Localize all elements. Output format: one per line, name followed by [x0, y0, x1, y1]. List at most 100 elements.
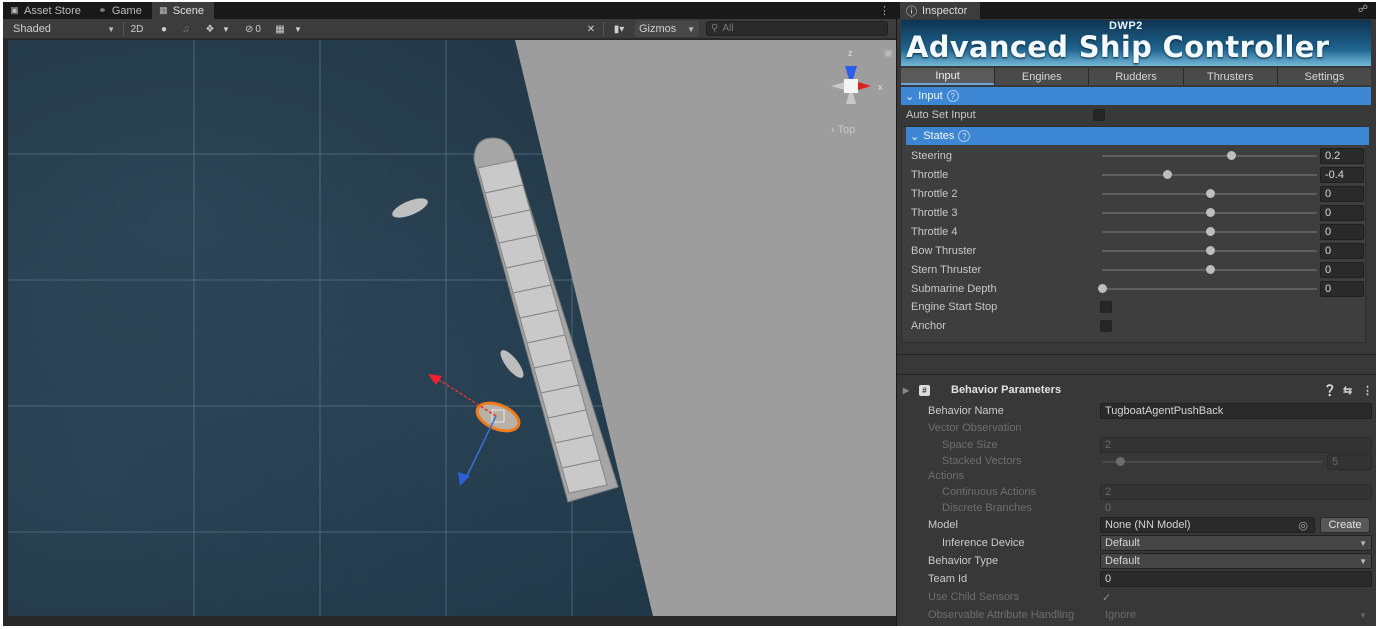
audio-icon[interactable]: ♫: [179, 21, 193, 37]
discrete-branches-label: Discrete Branches: [942, 502, 1032, 514]
state-slider-value-input[interactable]: 0: [1320, 186, 1364, 202]
state-slider-handle[interactable]: [1227, 151, 1236, 160]
inference-device-dropdown[interactable]: Default ▼: [1100, 535, 1372, 551]
lock-icon[interactable]: ☍: [1358, 4, 1368, 15]
state-slider-value-input[interactable]: 0: [1320, 281, 1364, 297]
behavior-parameters-title: Behavior Parameters: [951, 384, 1062, 396]
tugboat[interactable]: [497, 347, 527, 381]
model-field[interactable]: None (NN Model) ◎: [1100, 517, 1315, 533]
state-slider-handle[interactable]: [1205, 227, 1215, 236]
state-slider-value-input[interactable]: -0.4: [1320, 167, 1364, 183]
tab-game[interactable]: ⚭ Game: [91, 2, 152, 19]
chevron-right-icon[interactable]: ▶: [903, 386, 909, 395]
states-foldout[interactable]: ⌄ States ?: [906, 127, 1369, 145]
state-slider-handle[interactable]: [1098, 284, 1107, 293]
state-slider-value-input[interactable]: 0.2: [1320, 148, 1364, 164]
component-tabs: Input Engines Rudders Thrusters Settings: [901, 68, 1372, 85]
anchor-label: Anchor: [911, 320, 946, 332]
state-slider-value-input[interactable]: 0: [1320, 262, 1364, 278]
scene-toolbar: Shaded ▼ 2D ● ♫ ❖ ▼ ⊘ 0 ▦ ▼ ✕ ▮▾ Gizmos …: [3, 19, 896, 39]
gamepad-icon: ⚭: [98, 5, 107, 15]
toggle-2d-label: 2D: [130, 23, 144, 35]
tab-asset-store[interactable]: ▣ Asset Store: [3, 2, 91, 19]
lock-icon[interactable]: ▣: [884, 48, 893, 59]
anchor-checkbox[interactable]: [1100, 320, 1112, 332]
help-icon[interactable]: ❔: [1323, 384, 1337, 397]
tab-thrusters[interactable]: Thrusters: [1183, 68, 1277, 85]
toggle-2d-button[interactable]: 2D: [127, 21, 147, 37]
behavior-parameters-header[interactable]: ▶ # Behavior Parameters ❔ ⇆ ⋮: [897, 380, 1376, 400]
stacked-vectors-field: 5: [1327, 454, 1372, 470]
chevron-down-icon: ⌄: [910, 130, 920, 143]
camera-icon[interactable]: ▮▾: [607, 21, 631, 37]
tab-input[interactable]: Input: [901, 68, 995, 85]
auto-set-input-checkbox[interactable]: [1093, 109, 1105, 121]
model-value: None (NN Model): [1105, 519, 1191, 531]
window-menu-icon[interactable]: ⋮: [879, 4, 890, 17]
space-size-label: Space Size: [942, 439, 998, 451]
eye-slash-icon: ⊘: [245, 23, 254, 35]
hidden-objects-toggle[interactable]: ⊘ 0: [239, 21, 267, 37]
state-slider-label: Throttle 2: [911, 188, 958, 200]
state-slider-value-input[interactable]: 0: [1320, 224, 1364, 240]
engine-start-stop-checkbox[interactable]: [1100, 301, 1112, 313]
tab-scene[interactable]: ▦ Scene: [151, 2, 215, 19]
scene-window: ▣ Asset Store ⚭ Game ▦ Scene ⋮ Shaded ▼ …: [3, 2, 896, 626]
observable-attribute-value: Ignore: [1105, 609, 1137, 621]
tab-engines[interactable]: Engines: [995, 68, 1089, 85]
effects-icon[interactable]: ❖: [201, 21, 219, 37]
stacked-vectors-handle: [1115, 457, 1125, 466]
behavior-type-dropdown[interactable]: Default ▼: [1100, 553, 1372, 569]
state-slider-label: Throttle 3: [911, 207, 958, 219]
state-slider-value-input[interactable]: 0: [1320, 243, 1364, 259]
discrete-branches-field: 0: [1105, 502, 1112, 514]
view-label[interactable]: ‹ Top: [831, 124, 855, 136]
state-slider-handle[interactable]: [1205, 246, 1215, 255]
presets-icon[interactable]: ⇆: [1343, 384, 1352, 397]
lightbulb-icon[interactable]: ●: [157, 21, 171, 37]
gizmos-dropdown[interactable]: Gizmos ▼: [635, 21, 699, 37]
shading-mode-dropdown[interactable]: Shaded ▼: [9, 21, 119, 37]
help-icon[interactable]: ?: [946, 90, 959, 102]
continuous-actions-label: Continuous Actions: [942, 486, 1037, 498]
tab-label: Game: [111, 4, 142, 17]
chevron-down-icon[interactable]: ▼: [221, 21, 231, 37]
state-slider-handle[interactable]: [1205, 189, 1215, 198]
input-foldout-label: Input: [918, 90, 943, 102]
model-label: Model: [928, 519, 958, 531]
stacked-vectors-label: Stacked Vectors: [942, 455, 1022, 467]
chevron-down-icon[interactable]: ▼: [293, 21, 303, 37]
behavior-name-label: Behavior Name: [928, 405, 1004, 417]
tugboat[interactable]: [390, 194, 430, 221]
input-foldout[interactable]: ⌄ Input ?: [901, 87, 1371, 105]
state-slider-handle[interactable]: [1205, 208, 1215, 217]
chevron-down-icon: ⌄: [905, 90, 915, 103]
move-gizmo[interactable]: [428, 374, 497, 486]
behavior-name-input[interactable]: TugboatAgentPushBack: [1100, 403, 1372, 419]
script-icon: #: [919, 384, 930, 396]
scene-search-input[interactable]: ⚲ All: [706, 21, 888, 36]
auto-set-input-row: Auto Set Input: [906, 106, 976, 124]
tab-rudders[interactable]: Rudders: [1089, 68, 1183, 85]
behavior-type-label: Behavior Type: [928, 555, 999, 567]
component-menu-icon[interactable]: ⋮: [1362, 384, 1373, 397]
gizmo-axis-z: z: [848, 48, 853, 58]
object-picker-icon[interactable]: ◎: [1298, 519, 1308, 532]
state-slider-track[interactable]: [1102, 174, 1317, 176]
team-id-label: Team Id: [928, 573, 968, 585]
scene-viewport[interactable]: z x ‹ Top ▣: [8, 40, 896, 616]
state-slider-track[interactable]: [1102, 155, 1317, 157]
tab-settings[interactable]: Settings: [1277, 68, 1372, 85]
tab-inspector[interactable]: ⓘ Inspector: [900, 2, 980, 19]
tools-icon[interactable]: ✕: [583, 21, 599, 37]
team-id-input[interactable]: 0: [1100, 571, 1372, 587]
grid-snap-icon[interactable]: ▦: [271, 21, 289, 37]
create-button[interactable]: Create: [1320, 517, 1370, 533]
state-slider-value-input[interactable]: 0: [1320, 205, 1364, 221]
state-slider-track[interactable]: [1102, 288, 1317, 290]
banner-title: Advanced Ship Controller: [906, 30, 1330, 64]
state-slider-handle[interactable]: [1205, 265, 1215, 274]
help-icon[interactable]: ?: [958, 130, 971, 142]
selected-tugboat[interactable]: [473, 398, 523, 437]
state-slider-handle[interactable]: [1162, 170, 1172, 179]
